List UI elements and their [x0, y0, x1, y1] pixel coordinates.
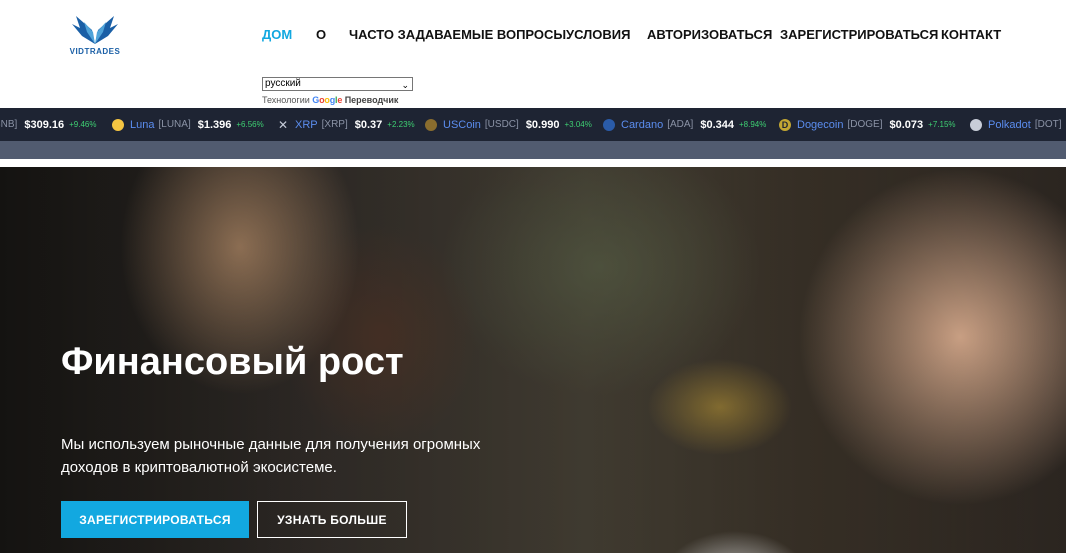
language-select[interactable]: русский ⌄	[262, 77, 413, 91]
logo-text: VIDTRADES	[69, 47, 121, 56]
crypto-ticker: BNB] $309.16 +9.46% Luna [LUNA] $1.396 +…	[0, 108, 1066, 141]
ticker-name: Dogecoin	[797, 118, 844, 131]
ticker-symbol: [ADA]	[667, 119, 694, 130]
nav-item-faq[interactable]: ЧАСТО ЗАДАВАЕМЫЕ ВОПРОСЫ	[349, 27, 566, 42]
nav-item-about[interactable]: О	[316, 27, 326, 42]
ticker-price: $1.396	[197, 118, 232, 131]
hero-title: Финансовый рост	[61, 341, 404, 383]
cardano-icon	[603, 118, 615, 131]
logo[interactable]: VIDTRADES	[64, 14, 126, 58]
register-button[interactable]: ЗАРЕГИСТРИРОВАТЬСЯ	[61, 501, 249, 538]
hero-description: Мы используем рыночные данные для получе…	[61, 436, 481, 476]
translate-attribution: Технологии Google Переводчик	[262, 95, 413, 105]
powered-by-label: Технологии	[262, 95, 310, 105]
ticker-change: +3.04%	[564, 120, 592, 129]
ticker-symbol: [USDC]	[484, 119, 519, 130]
ticker-name: Cardano	[621, 118, 664, 131]
ticker-symbol: [XRP]	[321, 119, 348, 130]
nav-item-login[interactable]: АВТОРИЗОВАТЬСЯ	[647, 27, 772, 42]
ticker-underbar	[0, 141, 1066, 159]
ticker-name: Polkadot	[988, 118, 1031, 131]
usdc-icon	[425, 118, 437, 131]
nav-item-terms[interactable]: УСЛОВИЯ	[566, 27, 630, 42]
ticker-change: +8.94%	[738, 120, 767, 129]
ticker-item-dogecoin[interactable]: D Dogecoin [DOGE] $0.073 +7.15%	[779, 108, 956, 141]
polkadot-icon	[970, 118, 982, 131]
hero-section: Финансовый рост Мы используем рыночные д…	[0, 167, 1066, 553]
nav-item-register[interactable]: ЗАРЕГИСТРИРОВАТЬСЯ	[780, 27, 938, 42]
ticker-item-cardano[interactable]: Cardano [ADA] $0.344 +8.94%	[603, 108, 766, 141]
ticker-name: USCoin	[443, 118, 481, 131]
ticker-change: +6.56%	[236, 120, 264, 129]
google-logo[interactable]: Google	[312, 95, 342, 105]
google-translate-widget: русский ⌄ Технологии Google Переводчик	[262, 77, 413, 105]
ticker-item-polkadot[interactable]: Polkadot [DOT]	[970, 108, 1066, 141]
language-select-value: русский	[265, 78, 301, 89]
ticker-item-usdc[interactable]: USCoin [USDC] $0.990 +3.04%	[425, 108, 592, 141]
nav-item-home[interactable]: ДОМ	[262, 27, 292, 42]
ticker-price: $0.073	[889, 118, 924, 131]
ticker-symbol: BNB]	[0, 119, 18, 130]
xrp-icon: ✕	[277, 117, 289, 132]
ticker-price: $309.16	[24, 118, 65, 131]
ticker-name: Luna	[130, 118, 155, 131]
ticker-name: XRP	[295, 118, 318, 131]
ticker-symbol: [DOT]	[1034, 119, 1062, 130]
ticker-symbol: [LUNA]	[158, 119, 191, 130]
ticker-item-xrp[interactable]: ✕ XRP [XRP] $0.37 +2.23%	[277, 108, 415, 141]
ticker-item-bnb[interactable]: BNB] $309.16 +9.46%	[0, 108, 96, 141]
ticker-symbol: [DOGE]	[847, 119, 883, 130]
ticker-change: +9.46%	[69, 120, 97, 129]
ticker-change: +2.23%	[387, 120, 415, 129]
nav-item-contact[interactable]: КОНТАКТ	[941, 27, 1001, 42]
luna-icon	[112, 118, 124, 131]
ticker-price: $0.990	[525, 118, 560, 131]
ticker-price: $0.344	[700, 118, 734, 131]
dogecoin-icon: D	[779, 118, 791, 131]
ticker-change: +7.15%	[928, 120, 956, 129]
learn-more-button[interactable]: УЗНАТЬ БОЛЬШЕ	[257, 501, 407, 538]
site-header: VIDTRADES ДОМ О ЧАСТО ЗАДАВАЕМЫЕ ВОПРОСЫ…	[0, 0, 1066, 72]
wings-logo-icon	[72, 16, 118, 44]
ticker-item-luna[interactable]: Luna [LUNA] $1.396 +6.56%	[112, 108, 264, 141]
ticker-price: $0.37	[354, 118, 383, 131]
translate-link[interactable]: Переводчик	[345, 95, 399, 105]
chevron-down-icon: ⌄	[401, 80, 409, 90]
